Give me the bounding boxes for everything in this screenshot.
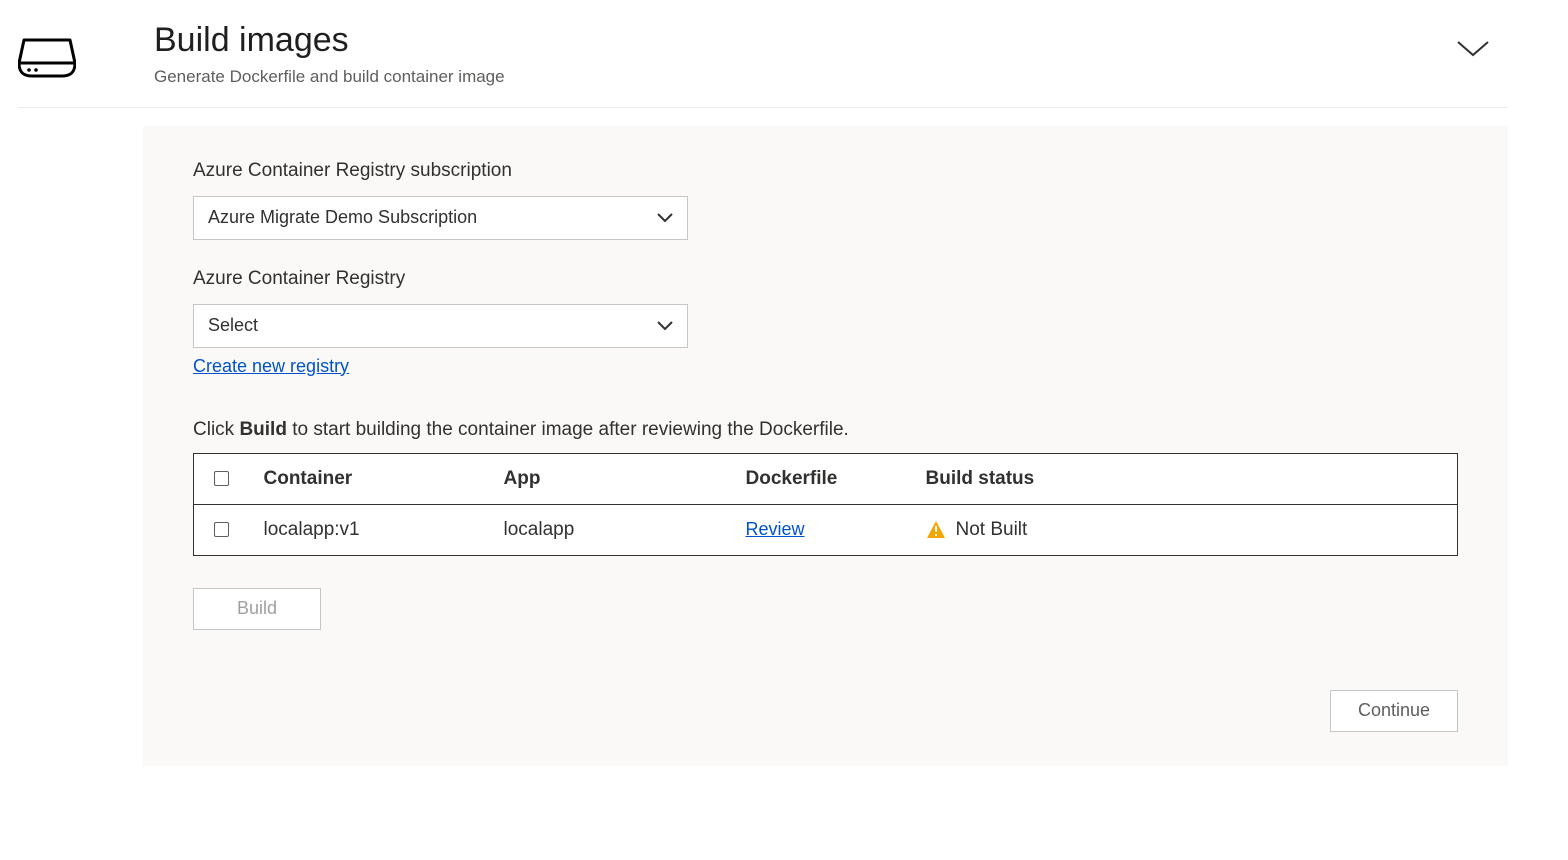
registry-field: Azure Container Registry Select Create n…	[193, 268, 1458, 377]
col-container: Container	[254, 453, 494, 504]
registry-value: Select	[208, 315, 657, 336]
build-panel: Azure Container Registry subscription Az…	[143, 126, 1508, 766]
status-text: Not Built	[956, 519, 1028, 541]
chevron-down-icon	[657, 321, 673, 331]
table-row: localapp:v1 localapp Review Not Built	[194, 504, 1458, 555]
page-header: Build images Generate Dockerfile and bui…	[18, 20, 1508, 108]
review-dockerfile-link[interactable]: Review	[746, 519, 805, 539]
page-subtitle: Generate Dockerfile and build container …	[154, 67, 1378, 87]
page-title: Build images	[154, 20, 1378, 61]
cell-container: localapp:v1	[254, 504, 494, 555]
continue-button[interactable]: Continue	[1330, 690, 1458, 732]
row-checkbox[interactable]	[214, 522, 229, 537]
instruction-suffix: to start building the container image af…	[287, 419, 849, 440]
instruction-prefix: Click	[193, 419, 239, 440]
subscription-field: Azure Container Registry subscription Az…	[193, 160, 1458, 240]
select-all-checkbox[interactable]	[214, 471, 229, 486]
subscription-value: Azure Migrate Demo Subscription	[208, 207, 657, 228]
registry-label: Azure Container Registry	[193, 268, 1458, 290]
chevron-down-icon	[657, 213, 673, 223]
build-instruction: Click Build to start building the contai…	[193, 419, 1458, 441]
col-dockerfile: Dockerfile	[736, 453, 916, 504]
build-button[interactable]: Build	[193, 588, 321, 630]
cell-app: localapp	[494, 504, 736, 555]
table-header-row: Container App Dockerfile Build status	[194, 453, 1458, 504]
create-registry-link[interactable]: Create new registry	[193, 356, 349, 376]
warning-icon	[926, 520, 946, 540]
containers-table: Container App Dockerfile Build status lo…	[193, 453, 1458, 556]
col-app: App	[494, 453, 736, 504]
instruction-bold: Build	[239, 419, 287, 440]
status-cell: Not Built	[926, 519, 1448, 541]
collapse-chevron-icon[interactable]	[1456, 40, 1490, 58]
subscription-select[interactable]: Azure Migrate Demo Subscription	[193, 196, 688, 240]
subscription-label: Azure Container Registry subscription	[193, 160, 1458, 182]
col-status: Build status	[916, 453, 1458, 504]
disk-icon	[18, 38, 76, 78]
registry-select[interactable]: Select	[193, 304, 688, 348]
